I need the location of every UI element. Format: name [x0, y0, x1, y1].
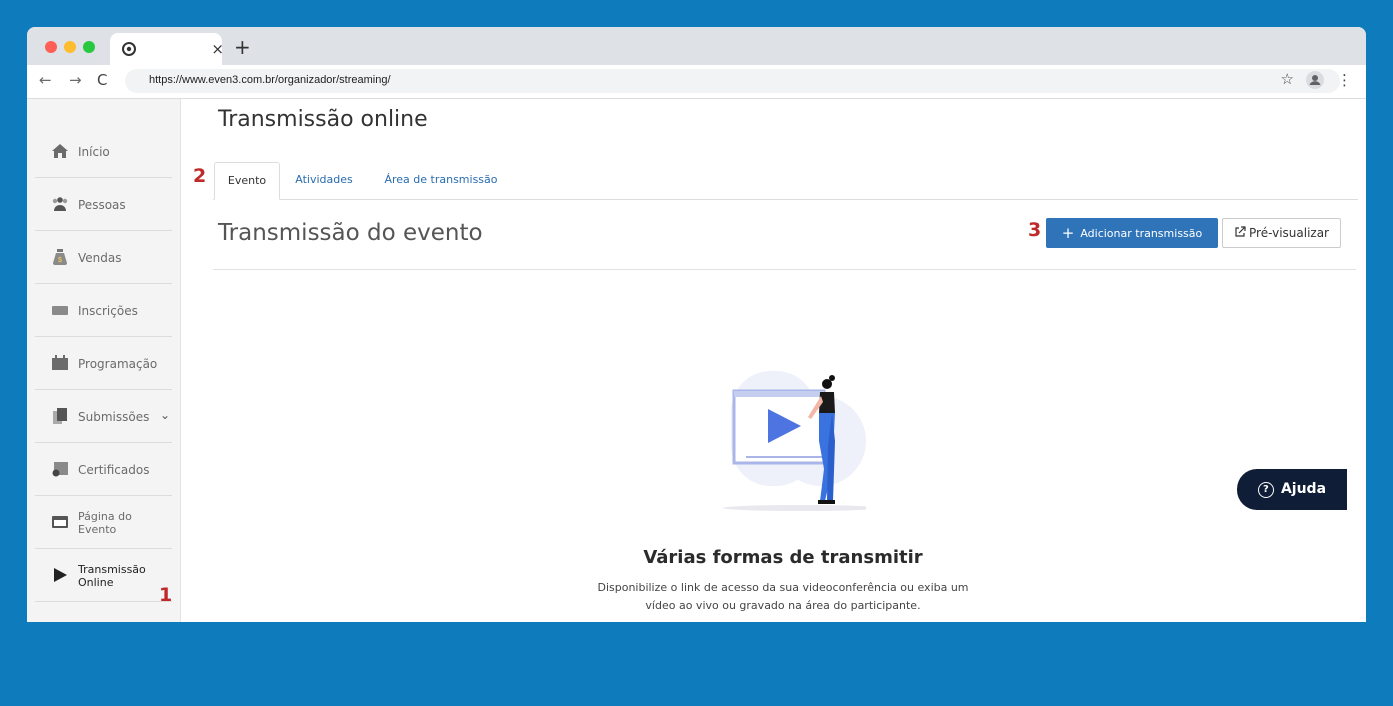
browser-menu-icon[interactable]: ⋮ [1337, 71, 1352, 89]
external-link-icon [1235, 226, 1246, 237]
empty-state-description: Disponibilize o link de acesso da sua vi… [597, 581, 969, 612]
sidebar-item-transmissao-online[interactable]: Transmissão Online [35, 549, 172, 602]
tab-atividades[interactable]: Atividades [287, 162, 361, 198]
calendar-icon [52, 355, 68, 370]
divider [213, 269, 1356, 270]
maximize-window-button[interactable] [83, 41, 95, 53]
svg-text:$: $ [58, 257, 62, 264]
streaming-illustration [723, 371, 866, 511]
ticket-icon [52, 306, 68, 315]
annotation-number: 2 [193, 165, 207, 187]
page-content: Início Pessoas $ Vendas Inscrições Progr… [27, 99, 1366, 622]
play-icon [54, 568, 67, 582]
sidebar-item-pessoas[interactable]: Pessoas [35, 178, 172, 231]
browser-tab[interactable]: × [110, 33, 224, 65]
tab-evento[interactable]: Evento [214, 162, 280, 200]
new-tab-button[interactable]: + [234, 35, 251, 59]
sidebar-item-label: Programação [78, 357, 158, 371]
profile-avatar-icon[interactable] [1306, 71, 1324, 89]
home-icon [52, 144, 68, 158]
sidebar-item-label: Submissões [78, 410, 150, 424]
sidebar-item-submissoes[interactable]: Submissões ⌄ [35, 390, 172, 443]
certificate-icon [52, 462, 68, 477]
sidebar-item-label: Início [78, 145, 110, 159]
sidebar-item-pagina-do-evento[interactable]: Página do Evento [35, 496, 172, 549]
browser-window: × + ← → C https://www.even3.com.br/organ… [27, 27, 1366, 622]
people-icon [52, 197, 68, 211]
section-title: Transmissão do evento [218, 220, 483, 246]
sidebar-item-label: Transmissão Online [78, 563, 146, 589]
reload-icon[interactable]: C [97, 71, 107, 89]
tab-bar: Evento Atividades Área de transmissão [213, 162, 1358, 200]
tab-close-icon[interactable]: × [211, 40, 224, 58]
sidebar-item-programacao[interactable]: Programação [35, 337, 172, 390]
money-bag-icon: $ [53, 249, 67, 265]
forward-icon[interactable]: → [69, 71, 82, 89]
page-title: Transmissão online [218, 107, 428, 132]
sidebar-item-inscricoes[interactable]: Inscrições [35, 284, 172, 337]
sidebar-item-label: Pessoas [78, 198, 126, 212]
sidebar-item-label: Certificados [78, 463, 150, 477]
minimize-window-button[interactable] [64, 41, 76, 53]
preview-button[interactable]: Pré-visualizar [1222, 218, 1341, 248]
tab-area-de-transmissao[interactable]: Área de transmissão [373, 162, 509, 198]
address-bar[interactable]: https://www.even3.com.br/organizador/str… [125, 69, 1340, 93]
sidebar-item-label: Vendas [78, 251, 122, 265]
browser-page-icon [52, 516, 68, 528]
sidebar-item-vendas[interactable]: $ Vendas [35, 231, 172, 284]
annotation-number: 3 [1028, 219, 1042, 241]
tab-strip: × + [27, 27, 1366, 65]
chrome-icon [122, 42, 136, 56]
url-text[interactable]: https://www.even3.com.br/organizador/str… [149, 74, 391, 86]
help-button[interactable]: ? Ajuda [1237, 469, 1347, 510]
main-content: Transmissão online Evento Atividades Áre… [213, 99, 1358, 622]
annotation-number: 1 [159, 584, 173, 606]
plus-icon: + [1061, 224, 1075, 242]
close-window-button[interactable] [45, 41, 57, 53]
sidebar-item-certificados[interactable]: Certificados [35, 443, 172, 496]
chevron-down-icon[interactable]: ⌄ [160, 408, 170, 422]
add-stream-button[interactable]: + Adicionar transmissão [1046, 218, 1218, 248]
empty-state-title: Várias formas de transmitir [643, 547, 923, 568]
bookmark-star-icon[interactable]: ☆ [1281, 70, 1294, 88]
back-icon[interactable]: ← [39, 71, 52, 89]
sidebar-item-label: Página do Evento [78, 510, 132, 536]
help-question-icon: ? [1257, 482, 1274, 498]
sidebar-item-label: Inscrições [78, 304, 138, 318]
browser-toolbar: ← → C https://www.even3.com.br/organizad… [27, 65, 1366, 99]
document-icon [53, 408, 67, 424]
sidebar-item-inicio[interactable]: Início [35, 125, 172, 178]
sidebar: Início Pessoas $ Vendas Inscrições Progr… [27, 99, 181, 622]
